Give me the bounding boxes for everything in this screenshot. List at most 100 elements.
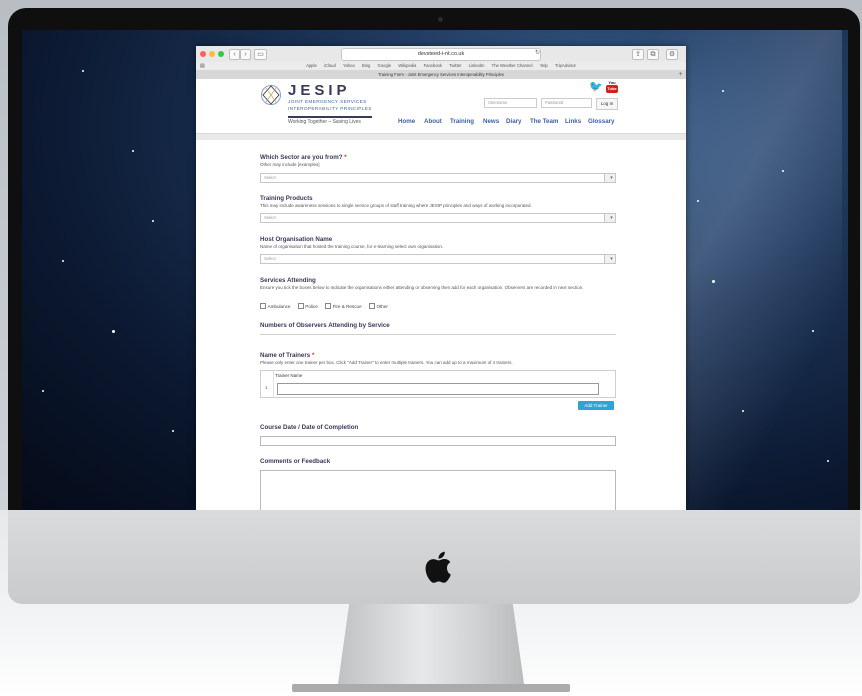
camera-icon — [438, 17, 443, 22]
bookmark-item[interactable]: Bing — [362, 62, 370, 70]
tabs-icon[interactable]: ⧉ — [647, 49, 659, 60]
services-title: Services Attending — [260, 277, 316, 284]
trainers-table: Trainer Name 1 — [260, 370, 616, 398]
reload-icon[interactable]: ↻ — [535, 49, 540, 56]
checkbox-ambulance[interactable]: Ambulance — [260, 303, 290, 309]
required-mark: * — [311, 352, 315, 359]
nav-underbar — [196, 133, 686, 140]
brand-divider — [288, 116, 372, 118]
nav-diary[interactable]: Diary — [506, 118, 521, 125]
star — [712, 280, 715, 283]
username-input[interactable]: Username — [484, 98, 537, 108]
nav-news[interactable]: News — [483, 118, 499, 125]
products-select[interactable]: Select ▾ — [260, 213, 616, 223]
new-tab-icon[interactable]: + — [677, 71, 684, 78]
twitter-bird-icon[interactable]: 🐦 — [589, 82, 603, 93]
host-section: Host Organisation Name Name of organisat… — [260, 236, 616, 250]
bookmark-item[interactable]: Yelp — [540, 62, 548, 70]
minimize-window-icon[interactable] — [209, 51, 215, 57]
star — [722, 90, 724, 92]
bookmark-item[interactable]: Facebook — [424, 62, 442, 70]
star — [62, 260, 64, 262]
trainers-help: Please only enter one trainer per box. C… — [260, 360, 513, 365]
checkbox-icon — [260, 303, 266, 309]
browser-titlebar: ‹ › ▭ devsteed-i-nt.co.uk ↻ ⇪ ⧉ ⚙ — [196, 46, 686, 63]
comments-textarea[interactable] — [260, 470, 616, 510]
login-button[interactable]: Log In — [596, 98, 618, 110]
star — [812, 330, 814, 332]
star — [742, 410, 744, 412]
jesip-logo-icon[interactable] — [260, 84, 282, 106]
nav-the-team[interactable]: The Team — [530, 118, 558, 125]
trainer-name-input[interactable] — [277, 383, 599, 395]
monitor-stand — [338, 604, 524, 684]
sidebar-icon[interactable]: ▭ — [254, 49, 267, 60]
back-icon[interactable]: ‹ — [229, 49, 240, 60]
column-divider — [273, 371, 274, 397]
course-date-section: Course Date / Date of Completion — [260, 424, 616, 431]
close-window-icon[interactable] — [200, 51, 206, 57]
youtube-icon[interactable]: You Tube — [606, 80, 618, 94]
zoom-window-icon[interactable] — [218, 51, 224, 57]
sector-help: Other may include [examples] — [260, 162, 320, 167]
checkbox-police[interactable]: Police — [297, 303, 318, 309]
bookmark-item[interactable]: TripAdvisor — [555, 62, 576, 70]
nav-links[interactable]: Links — [565, 118, 581, 125]
youtube-text-tube: Tube — [606, 85, 618, 93]
star — [697, 200, 699, 202]
sector-select[interactable]: Select ▾ — [260, 173, 616, 183]
bookmark-item[interactable]: The Weather Channel — [492, 62, 533, 70]
comments-section: Comments or Feedback — [260, 458, 616, 465]
checkbox-fire-rescue[interactable]: Fire & Rescue — [325, 303, 362, 309]
settings-gear-icon[interactable]: ⚙ — [666, 49, 678, 60]
share-icon[interactable]: ⇪ — [632, 49, 644, 60]
course-date-title: Course Date / Date of Completion — [260, 424, 359, 431]
chevron-down-icon: ▾ — [604, 174, 615, 182]
nav-glossary[interactable]: Glossary — [588, 118, 614, 125]
bookmark-item[interactable]: Google — [378, 62, 392, 70]
course-date-input[interactable] — [260, 436, 616, 446]
products-section: Training Products This may include aware… — [260, 195, 616, 209]
checkbox-icon — [297, 303, 304, 309]
forward-icon[interactable]: › — [240, 49, 251, 60]
nav-training[interactable]: Training — [450, 118, 474, 125]
row-number: 1 — [265, 385, 268, 390]
star — [132, 150, 134, 152]
password-input[interactable]: Password — [541, 98, 592, 108]
tab-title: Training Form - Joint Emergency Services… — [378, 72, 504, 77]
services-checkboxes: Ambulance Police Fire & Rescue Other — [260, 303, 394, 309]
browser-window: ‹ › ▭ devsteed-i-nt.co.uk ↻ ⇪ ⧉ ⚙ ▤ Appl… — [196, 46, 686, 510]
nav-home[interactable]: Home — [398, 118, 415, 125]
products-title: Training Products — [260, 195, 313, 202]
trainers-title: Name of Trainers * — [260, 352, 315, 359]
apple-logo-shape — [425, 551, 451, 583]
add-trainer-button[interactable]: Add Trainer — [578, 401, 614, 410]
comments-title: Comments or Feedback — [260, 458, 331, 465]
site-brand[interactable]: JESIP — [288, 82, 351, 99]
bookmark-item[interactable]: Twitter — [449, 62, 461, 70]
star — [152, 220, 154, 222]
trainer-name-header: Trainer Name — [275, 373, 303, 378]
services-help: Ensure you tick the boxes below to indic… — [260, 285, 584, 290]
site-tagline: Working Together – Saving Lives — [288, 119, 361, 125]
bookmark-item[interactable]: Yahoo — [343, 62, 355, 70]
bookmark-item[interactable]: iCloud — [324, 62, 336, 70]
monitor-stand-base — [292, 684, 570, 692]
bookmark-item[interactable]: Apple — [306, 62, 317, 70]
observers-title: Numbers of Observers Attending by Servic… — [260, 322, 390, 329]
star — [172, 430, 174, 432]
star — [112, 330, 115, 333]
star — [827, 460, 829, 462]
chevron-down-icon: ▾ — [604, 255, 615, 263]
host-title: Host Organisation Name — [260, 236, 333, 243]
bookmarks-bar: ▤ Apple iCloud Yahoo Bing Google Wikiped… — [196, 62, 686, 70]
host-select[interactable]: Select ▾ — [260, 254, 616, 264]
star — [82, 70, 84, 72]
bookmark-item[interactable]: Wikipedia — [398, 62, 416, 70]
reading-list-icon[interactable]: ▤ — [200, 62, 205, 70]
checkbox-other[interactable]: Other — [368, 303, 388, 309]
nav-about[interactable]: About — [424, 118, 442, 125]
address-bar[interactable]: devsteed-i-nt.co.uk — [341, 48, 541, 61]
brand-line-1: JOINT EMERGENCY SERVICES — [288, 100, 367, 105]
bookmark-item[interactable]: LinkedIn — [469, 62, 485, 70]
